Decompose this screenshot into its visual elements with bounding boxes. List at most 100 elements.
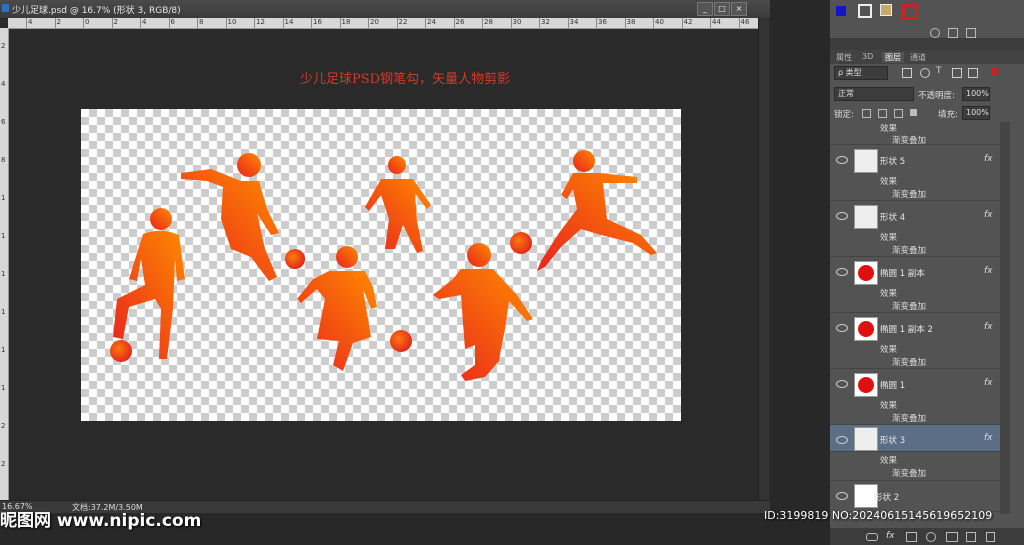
ruler-tick — [738, 18, 740, 28]
layer-shape5[interactable]: 形状 5 fx 效果 渐变叠加 — [830, 145, 1000, 201]
opacity-input[interactable]: 100% — [962, 87, 990, 101]
layer-name[interactable]: 椭圆 1 副本 2 — [880, 323, 933, 335]
tab-properties[interactable]: 属性 — [836, 52, 852, 63]
ruler-number: 4 — [1, 80, 6, 88]
fx-icon[interactable]: fx — [984, 210, 993, 220]
silhouettes-artwork — [110, 150, 657, 381]
new-layer-icon[interactable] — [966, 532, 976, 542]
ruler-number: 4 — [142, 18, 147, 26]
red-frame-icon[interactable] — [902, 4, 918, 20]
fill-label: 填充: — [938, 110, 958, 120]
panel-tabs: 属性 3D 图层 通道 — [830, 50, 1024, 64]
ball-2 — [285, 249, 305, 269]
ruler-tick — [26, 18, 27, 28]
adjustment-icon[interactable] — [926, 532, 936, 542]
lock-all-icon[interactable] — [910, 109, 917, 116]
workspace-gap — [770, 0, 830, 545]
layer-name[interactable]: 形状 4 — [880, 211, 905, 223]
trash-icon[interactable] — [986, 532, 995, 542]
layers-scrollbar[interactable] — [1000, 122, 1010, 514]
fx-icon[interactable]: fx — [984, 322, 993, 332]
ruler-tick — [624, 18, 626, 28]
layer-name[interactable]: 椭圆 1 — [880, 379, 905, 391]
effect-gradient-overlay: 渐变叠加 — [892, 414, 927, 424]
eye-icon[interactable] — [836, 436, 848, 444]
layer-ellipse1[interactable]: 椭圆 1 fx 效果 渐变叠加 — [830, 369, 1000, 425]
vertical-scrollbar[interactable] — [758, 18, 769, 500]
ruler-tick — [54, 18, 56, 28]
ruler-tick — [83, 18, 84, 28]
effect-gradient-overlay: 渐变叠加 — [892, 469, 927, 479]
watermark-site: 昵图网 www.nipic.com — [0, 511, 202, 531]
smart-object-filter-icon[interactable] — [968, 68, 978, 78]
type-filter-icon[interactable]: T — [936, 66, 942, 76]
fx-icon[interactable]: fx — [984, 378, 993, 388]
document-caption-text: 少儿足球PSD钢笔勾，矢量人物剪影 — [300, 72, 511, 87]
layers-footer: fx — [830, 528, 1024, 545]
blue-swatch-icon[interactable] — [836, 6, 846, 16]
mask-icon[interactable] — [906, 532, 917, 542]
filter-toggle-icon[interactable] — [992, 68, 998, 76]
canvas-transparent[interactable] — [81, 109, 681, 421]
layer-ellipse1-copy2[interactable]: 椭圆 1 副本 2 fx 效果 渐变叠加 — [830, 313, 1000, 369]
no-icon[interactable] — [930, 28, 940, 38]
eye-icon[interactable] — [836, 268, 848, 276]
layer-ellipse1-copy[interactable]: 椭圆 1 副本 fx 效果 渐变叠加 — [830, 257, 1000, 313]
fx-icon[interactable]: fx — [886, 531, 895, 541]
effects-label: 效果 — [880, 177, 898, 187]
shape-filter-icon[interactable] — [952, 68, 962, 78]
ruler-tick — [368, 18, 369, 28]
ruler-number: 10 — [227, 18, 237, 26]
layer-shape4[interactable]: 形状 4 fx 效果 渐变叠加 — [830, 201, 1000, 257]
filter-kind-select[interactable]: ρ 类型 — [834, 66, 888, 80]
eye-icon[interactable] — [836, 156, 848, 164]
trash-icon[interactable] — [966, 28, 976, 38]
folder-icon[interactable] — [946, 532, 958, 542]
blend-mode-select[interactable]: 正常 — [834, 87, 914, 101]
lock-transparent-icon[interactable] — [862, 109, 871, 118]
ruler-tick — [168, 18, 170, 28]
fx-icon[interactable]: fx — [984, 266, 993, 276]
fill-input[interactable]: 100% — [962, 106, 990, 120]
lock-position-icon[interactable] — [894, 109, 903, 118]
tab-3d[interactable]: 3D — [862, 52, 873, 61]
layer-thumbnail — [854, 205, 878, 229]
layer-name[interactable]: 形状 2 — [874, 491, 899, 503]
ruler-number: 30 — [512, 18, 522, 26]
layer-thumbnail — [854, 373, 878, 397]
ruler-tick — [197, 18, 198, 28]
layer-name[interactable]: 椭圆 1 副本 — [880, 267, 925, 279]
ball-1 — [110, 340, 132, 362]
new-icon[interactable] — [948, 28, 958, 38]
document-title-bar[interactable]: 少儿足球.psd @ 16.7% (形状 3, RGB/8) _ □ × — [0, 0, 770, 19]
ruler-tick — [311, 18, 312, 28]
panel-header[interactable] — [830, 38, 1024, 50]
ruler-number: 2 — [1, 42, 6, 50]
minimize-button[interactable]: _ — [697, 2, 713, 16]
ruler-number: 42 — [683, 18, 693, 26]
eye-icon[interactable] — [836, 324, 848, 332]
maximize-button[interactable]: □ — [714, 2, 730, 16]
close-button[interactable]: × — [731, 2, 747, 16]
layer-name[interactable]: 形状 5 — [880, 155, 905, 167]
layer-shape3-selected[interactable]: 形状 3 fx — [830, 425, 1000, 452]
tab-channels[interactable]: 通道 — [910, 52, 926, 63]
eye-icon[interactable] — [836, 380, 848, 388]
eye-icon[interactable] — [836, 492, 848, 500]
lock-pixels-icon[interactable] — [878, 109, 887, 118]
chain-icon[interactable] — [866, 533, 878, 541]
layer-shape3-effects[interactable]: 效果 渐变叠加 — [830, 452, 1000, 481]
fx-icon[interactable]: fx — [984, 433, 993, 443]
tab-layers[interactable]: 图层 — [882, 52, 904, 63]
layer-shape2[interactable]: 形状 2 — [830, 481, 1000, 512]
adjustment-filter-icon[interactable] — [920, 68, 930, 78]
pixel-filter-icon[interactable] — [902, 68, 912, 78]
swatch-panel-icon[interactable] — [880, 4, 892, 16]
layer-name[interactable]: 形状 3 — [880, 434, 905, 446]
square-frame-icon[interactable] — [858, 4, 872, 18]
layer-partial[interactable]: 效果 渐变叠加 — [830, 122, 1000, 146]
fx-icon[interactable]: fx — [984, 154, 993, 164]
layer-thumbnail — [854, 427, 878, 451]
eye-icon[interactable] — [836, 212, 848, 220]
ruler-number: 38 — [626, 18, 636, 26]
